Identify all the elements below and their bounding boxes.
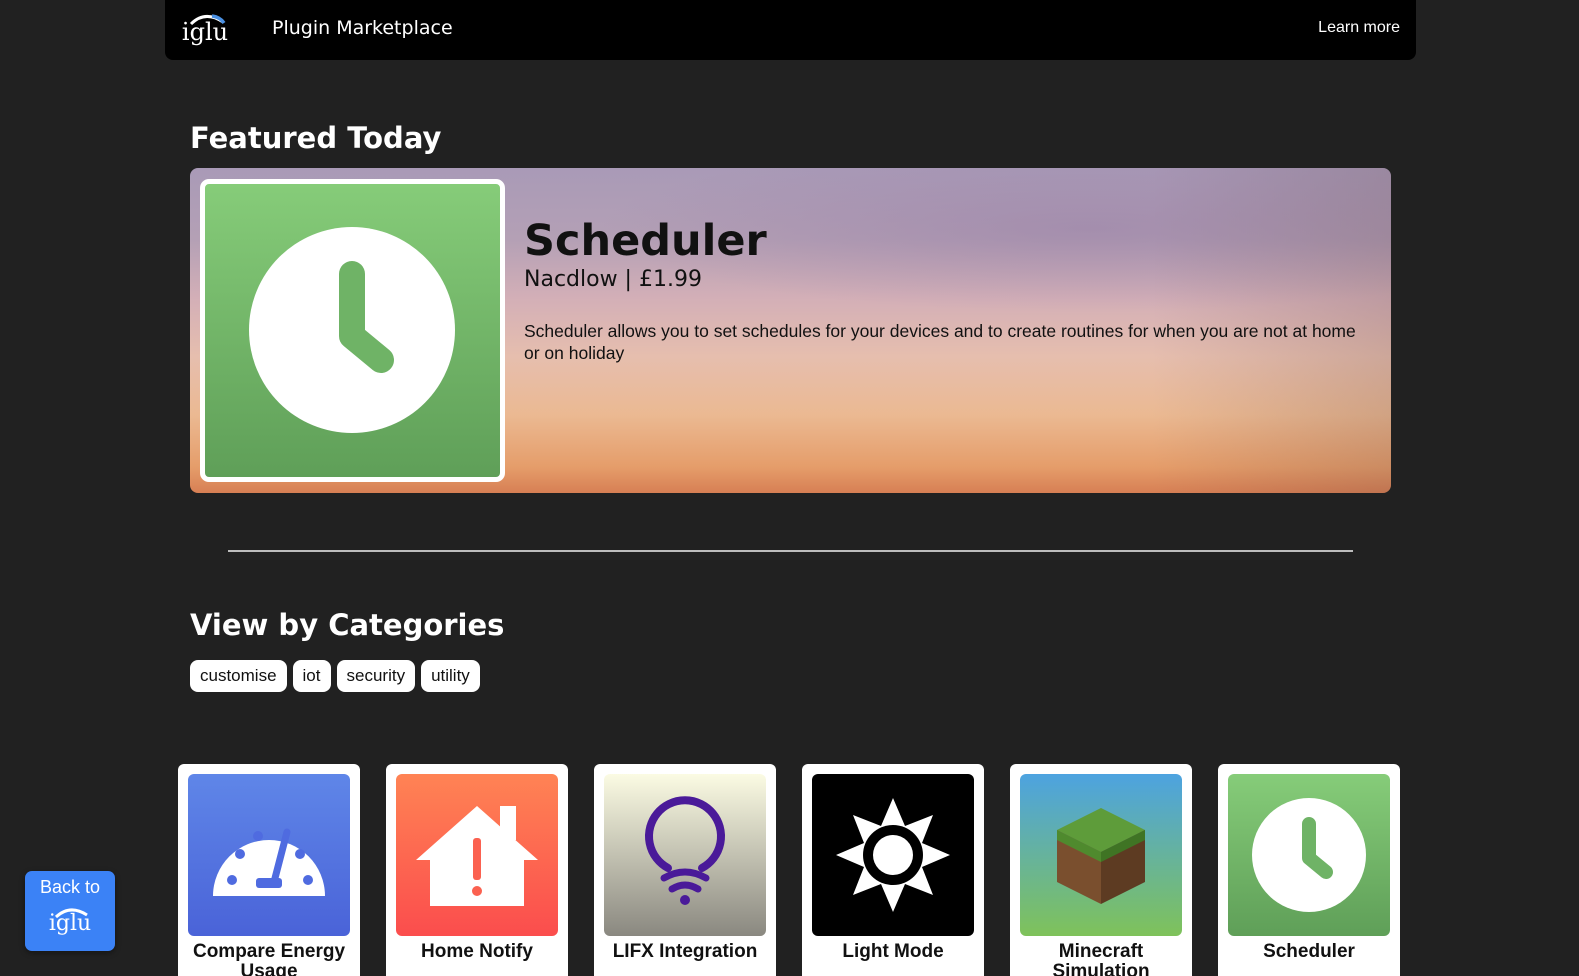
plugin-card-light-mode[interactable]: Light Mode	[802, 764, 984, 976]
category-chip-customise[interactable]: customise	[190, 660, 287, 692]
clock-icon	[200, 179, 505, 482]
category-chip-utility[interactable]: utility	[421, 660, 480, 692]
plugin-card-name: LIFX Integration	[612, 941, 758, 962]
featured-plugin-meta: Nacdlow | £1.99	[524, 267, 702, 292]
page-title: Plugin Marketplace	[272, 17, 453, 39]
clock-icon	[249, 227, 455, 433]
back-button-label: Back to	[39, 877, 101, 897]
plugin-card-lifx-integration[interactable]: LIFX Integration	[594, 764, 776, 976]
iglu-logo[interactable]: iglu	[179, 8, 231, 52]
plugin-card-compare-energy-usage[interactable]: Compare Energy Usage	[178, 764, 360, 976]
plugin-card-name: Minecraft Simulation	[1052, 941, 1150, 976]
section-divider	[228, 550, 1353, 552]
learn-more-link[interactable]: Learn more	[1318, 19, 1400, 37]
grass-block-icon	[1020, 774, 1182, 936]
plugin-card-name: Compare Energy Usage	[192, 941, 346, 976]
plugin-card-name: Light Mode	[842, 941, 944, 962]
house-alert-icon	[396, 774, 558, 936]
featured-plugin-description: Scheduler allows you to set schedules fo…	[524, 321, 1356, 363]
iglu-logo: iglu	[45, 903, 95, 943]
categories-heading: View by Categories	[190, 608, 505, 642]
featured-heading: Featured Today	[190, 121, 442, 155]
gauge-icon	[188, 774, 350, 936]
featured-plugin-name: Scheduler	[524, 216, 767, 266]
category-chip-security[interactable]: security	[336, 660, 416, 692]
logo-text: iglu	[48, 911, 92, 936]
back-to-iglu-button[interactable]: Back to iglu	[25, 871, 115, 951]
top-navbar: iglu Plugin Marketplace Learn more	[165, 0, 1416, 60]
sun-icon	[812, 774, 974, 936]
plugin-card-name: Scheduler	[1263, 941, 1355, 962]
plugin-card-scheduler[interactable]: Scheduler	[1218, 764, 1400, 976]
bulb-wifi-icon	[604, 774, 766, 936]
clock-icon	[1228, 774, 1390, 936]
plugin-card-name: Home Notify	[421, 941, 533, 962]
logo-text: iglu	[181, 18, 229, 46]
category-chips: customise iot security utility	[190, 660, 480, 692]
plugin-card-home-notify[interactable]: Home Notify	[386, 764, 568, 976]
category-chip-iot[interactable]: iot	[292, 660, 331, 692]
featured-plugin-card[interactable]: Scheduler Nacdlow | £1.99 Scheduler allo…	[190, 168, 1391, 493]
plugin-card-minecraft-simulation[interactable]: Minecraft Simulation	[1010, 764, 1192, 976]
